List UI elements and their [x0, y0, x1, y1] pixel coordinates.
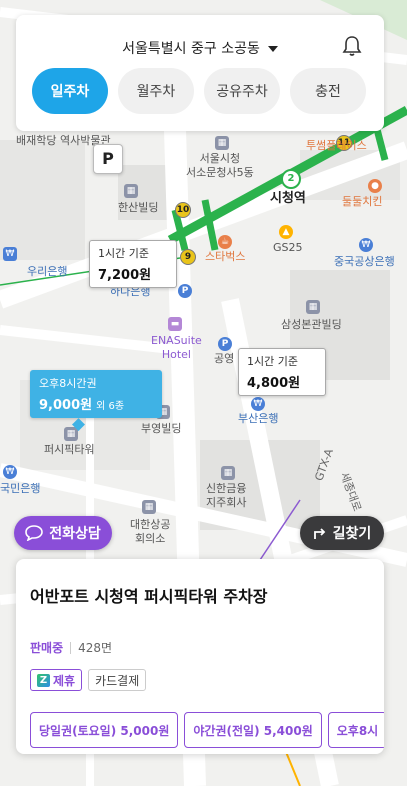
subway-line-badge: 2 [281, 169, 301, 189]
location-selector[interactable]: 서울특별시 중구 소공동 [16, 38, 384, 58]
card-payment-badge: 카드결제 [88, 669, 147, 691]
label-cityhall-station: 시청역 [270, 191, 306, 206]
label-starbucks: 스타벅스 [205, 250, 246, 263]
label-busan-bank: 부산은행 [238, 412, 279, 425]
tab-shared[interactable]: 공유주차 [204, 68, 280, 114]
label-china-bank: 중국공상은행 [334, 255, 395, 268]
label-chamber-commerce: 대한상공 회의소 [130, 518, 171, 545]
sale-status: 판매중 [30, 641, 64, 655]
label-shinhan: 신한금융 지주회사 [206, 482, 247, 509]
price-marker-label: 오후8시간권 [39, 377, 97, 390]
tab-daily[interactable]: 일주차 [32, 68, 108, 114]
convenience-store-icon: ▲ [279, 225, 293, 239]
directions-button[interactable]: 길찾기 [300, 516, 384, 550]
lot-name: 어반포트 시청역 퍼시픽타워 주차장 [30, 587, 268, 606]
tab-monthly[interactable]: 월주차 [118, 68, 194, 114]
phone-consult-label: 전화상담 [49, 526, 101, 542]
label-buyoung-building: 부영빌딩 [141, 422, 182, 435]
partner-label: 제휴 [53, 673, 76, 688]
parking-icon: P [178, 284, 192, 298]
label-ena-hotel: ENASuite Hotel [151, 334, 202, 361]
divider [70, 641, 72, 654]
label-seoul-cityhall: 서울시청 서소문청사5동 [186, 152, 254, 179]
label-hansan-building: 한산빌딩 [118, 201, 159, 214]
chevron-down-icon [267, 46, 278, 52]
parking-lot-card[interactable]: 어반포트 시청역 퍼시픽타워 주차장 판매중 428면 Z 제휴 카드결제 당일… [16, 559, 384, 754]
partner-badge: Z 제휴 [30, 669, 83, 691]
label-twosome: 투썸플레이스 [306, 139, 367, 152]
price-marker-label: 1시간 기준 [98, 247, 149, 260]
turn-right-icon [313, 528, 325, 539]
brand-logo-icon: Z [37, 673, 50, 687]
building-icon: ▦ [142, 500, 156, 514]
parking-type-tabs: 일주차 월주차 공유주차 충전 [32, 68, 366, 114]
price-marker-selected[interactable]: 오후8시간권 9,000원 외 6종 [30, 370, 162, 418]
label-pacific-tower: 퍼시픽타워 [44, 443, 95, 456]
lot-status-row: 판매중 428면 [30, 639, 112, 656]
bank-icon: ₩ [3, 465, 17, 479]
ticket-count: 외 6종 [96, 401, 125, 412]
label-dulse-chicken: 둘둘치킨 [342, 195, 383, 208]
location-text: 서울특별시 중구 소공동 [122, 41, 260, 57]
price-marker[interactable]: 1시간 기준 7,200원 [89, 240, 177, 288]
label-gs25: GS25 [273, 241, 303, 254]
price-value: 9,000원 [39, 398, 93, 413]
bank-icon: ₩ [359, 238, 373, 252]
restaurant-icon: ● [368, 179, 382, 193]
cafe-icon: ☕ [218, 235, 232, 249]
ticket-option[interactable]: 야간권(전일) 5,400원 [184, 712, 322, 748]
chat-bubble-icon [25, 525, 44, 541]
label-kookmin-bank: 국민은행 [0, 482, 41, 495]
directions-label: 길찾기 [332, 526, 372, 542]
subway-line-badge: 10 [175, 202, 191, 218]
price-marker-value: 9,000원 외 6종 [39, 394, 153, 413]
bank-icon: ₩ [3, 247, 17, 261]
price-marker-label: 1시간 기준 [247, 355, 298, 368]
building-icon: ▦ [306, 300, 320, 314]
bell-icon[interactable] [342, 35, 362, 57]
ticket-option[interactable]: 오후8시 [327, 712, 384, 748]
ticket-list[interactable]: 당일권(토요일) 5,000원 야간권(전일) 5,400원 오후8시 [30, 712, 384, 748]
space-count: 428면 [78, 641, 113, 655]
building-icon: ▦ [221, 466, 235, 480]
label-woori-bank: 우리은행 [27, 265, 68, 278]
parking-lot-marker[interactable]: P [93, 144, 123, 174]
label-public-parking: 공영 [214, 352, 235, 365]
ticket-option[interactable]: 당일권(토요일) 5,000원 [30, 712, 179, 748]
price-marker-value: 7,200원 [98, 268, 152, 283]
phone-consult-button[interactable]: 전화상담 [14, 516, 112, 550]
hotel-icon: ▬ [168, 317, 182, 331]
building-icon: ▦ [124, 184, 138, 198]
label-samsung-building: 삼성본관빌딩 [281, 318, 342, 331]
lot-badges: Z 제휴 카드결제 [30, 669, 147, 691]
header-panel: 서울특별시 중구 소공동 일주차 월주차 공유주차 충전 [16, 15, 384, 131]
price-marker[interactable]: 1시간 기준 4,800원 [238, 348, 326, 396]
subway-line-badge: 9 [180, 249, 196, 265]
parking-icon: P [218, 337, 232, 351]
price-marker-value: 4,800원 [247, 376, 301, 391]
tab-charging[interactable]: 충전 [290, 68, 366, 114]
bank-icon: ₩ [251, 397, 265, 411]
building-icon: ▦ [215, 136, 229, 150]
